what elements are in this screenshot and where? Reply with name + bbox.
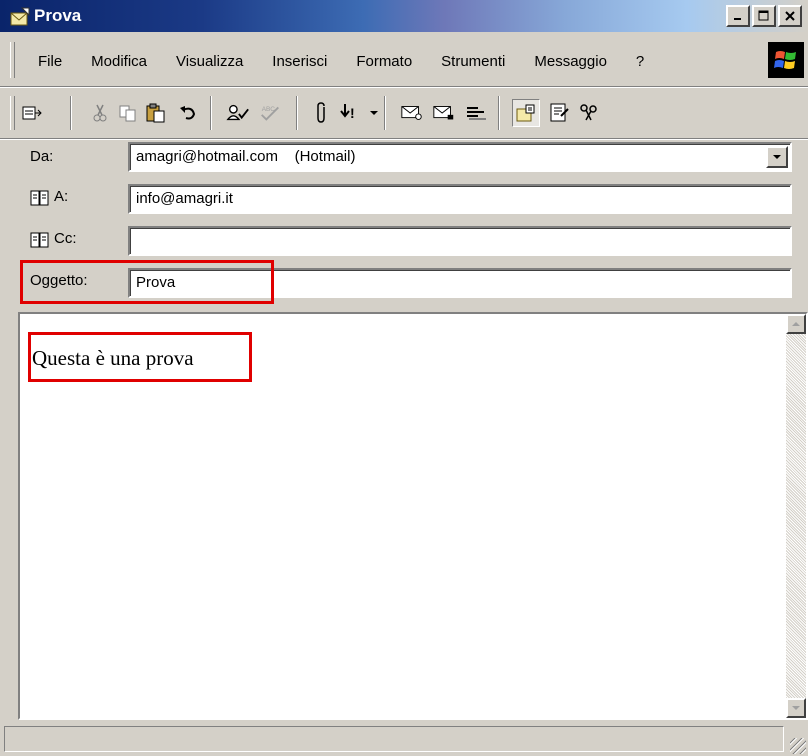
resize-grip[interactable] (790, 738, 806, 754)
windows-flag-icon (774, 51, 796, 69)
toolbar-separator (498, 96, 500, 130)
sign-icon[interactable] (400, 101, 424, 125)
menu-help[interactable]: ? (636, 53, 644, 70)
subject-field[interactable]: Prova (128, 268, 792, 298)
cc-field[interactable] (128, 226, 792, 256)
to-label: A: (54, 188, 69, 205)
menu-items: File Modifica Visualizza Inserisci Forma… (38, 53, 673, 70)
maximize-button[interactable] (752, 5, 776, 27)
from-label: Da: (30, 148, 54, 165)
subject-value: Prova (136, 274, 176, 291)
vertical-scrollbar[interactable] (786, 314, 806, 718)
title-bar[interactable]: Prova (0, 0, 808, 34)
menu-grip[interactable] (10, 42, 15, 78)
close-button[interactable] (778, 5, 802, 27)
toolbar-separator (296, 96, 298, 130)
scroll-up-button[interactable] (786, 314, 806, 334)
close-icon (785, 11, 795, 21)
menu-messaggio[interactable]: Messaggio (534, 53, 607, 70)
undo-icon[interactable] (176, 101, 200, 125)
compose-window: Prova File Modifica Visualizza Inserisci… (0, 0, 808, 756)
from-value: amagri@hotmail.com (Hotmail) (136, 148, 356, 165)
svg-text:!: ! (350, 105, 355, 121)
maximize-icon (758, 10, 769, 21)
menu-separator (0, 86, 808, 88)
stationery-icon[interactable] (512, 99, 540, 127)
menu-inserisci[interactable]: Inserisci (272, 53, 327, 70)
message-body-text: Questa è una prova (32, 346, 194, 370)
scroll-down-button[interactable] (786, 698, 806, 718)
check-names-icon[interactable] (226, 101, 250, 125)
compose-mail-icon (10, 7, 30, 26)
menu-file[interactable]: File (38, 53, 62, 70)
menu-formato[interactable]: Formato (356, 53, 412, 70)
to-value: info@amagri.it (136, 190, 233, 207)
from-select[interactable]: amagri@hotmail.com (Hotmail) (128, 142, 792, 172)
cut-icon[interactable] (88, 101, 112, 125)
encoding-icon[interactable] (576, 101, 600, 125)
minimize-button[interactable] (726, 5, 750, 27)
paste-icon[interactable] (144, 101, 168, 125)
to-field[interactable]: info@amagri.it (128, 184, 792, 214)
window-title: Prova (34, 6, 82, 25)
cc-label: Cc: (54, 230, 77, 247)
from-dropdown-button[interactable] (766, 146, 788, 168)
copy-icon[interactable] (116, 101, 140, 125)
toolbar-grip[interactable] (10, 96, 15, 130)
menu-visualizza[interactable]: Visualizza (176, 53, 243, 70)
minimize-icon (734, 18, 741, 20)
address-book-icon[interactable] (30, 190, 50, 206)
menu-modifica[interactable]: Modifica (91, 53, 147, 70)
address-book-icon[interactable] (30, 232, 50, 248)
toolbar-separator (384, 96, 386, 130)
encrypt-icon[interactable] (432, 101, 456, 125)
spelling-icon[interactable]: ABC (258, 101, 282, 125)
digital-id-icon[interactable] (548, 101, 572, 125)
toolbar-separator (70, 96, 72, 130)
message-body[interactable] (18, 312, 808, 720)
windows-logo-icon (768, 42, 804, 78)
toolbar-separator-line (0, 138, 808, 140)
scroll-up-icon (792, 322, 800, 326)
subject-label: Oggetto: (30, 272, 88, 289)
attach-icon[interactable] (310, 101, 334, 125)
priority-icon[interactable]: ! (336, 101, 360, 125)
status-pane (4, 726, 784, 752)
chevron-down-icon (773, 155, 781, 159)
offline-icon[interactable] (464, 101, 488, 125)
menu-strumenti[interactable]: Strumenti (441, 53, 505, 70)
priority-dropdown-icon[interactable] (362, 101, 386, 125)
send-icon[interactable] (20, 101, 44, 125)
toolbar-separator (210, 96, 212, 130)
scroll-down-icon (792, 706, 800, 710)
